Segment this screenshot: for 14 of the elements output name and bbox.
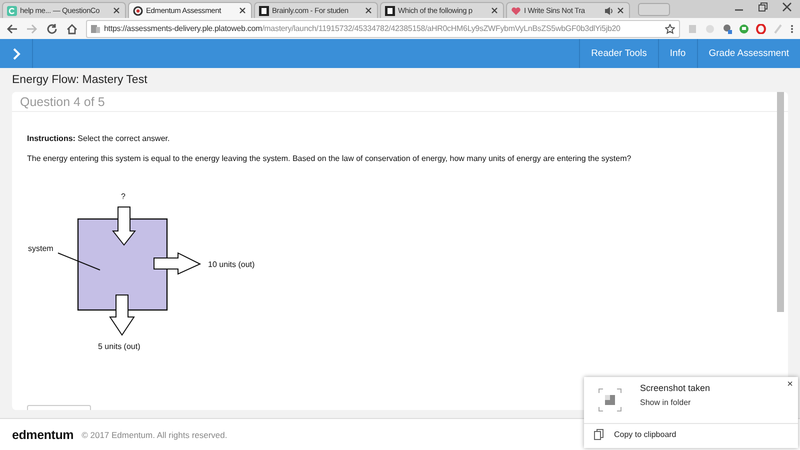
question-text: The energy entering this system is equal to the energy leaving the system. Based on the law of conservation of energy, how many units of energy are entering the system?	[27, 154, 632, 163]
show-in-folder-link[interactable]: Show in folder	[640, 398, 710, 407]
brand-logo: edmentum	[12, 428, 74, 442]
close-button[interactable]: ×	[787, 379, 793, 390]
address-bar[interactable]: https://assessments-delivery.ple.platoweb.com/mastery/launch/11915732/45334782/42385158/aHR0cHM6Ly9sZWFybmVyLnBsZS5wbGF0b3dlYi5jb20	[86, 20, 680, 38]
instructions-text: Instructions: Select the correct answer.	[27, 134, 171, 143]
page-title: Energy Flow: Mastery Test	[12, 74, 148, 86]
copyright-text: © 2017 Edmentum. All rights reserved.	[82, 430, 228, 440]
output-label: 5 units (out)	[98, 342, 140, 351]
copy-button[interactable]: Copy to clipboard	[614, 430, 676, 439]
input-label: ?	[121, 192, 126, 201]
notification-title: Screenshot taken	[640, 383, 710, 393]
output-label: 10 units (out)	[208, 260, 255, 269]
system-label: system	[28, 244, 54, 253]
